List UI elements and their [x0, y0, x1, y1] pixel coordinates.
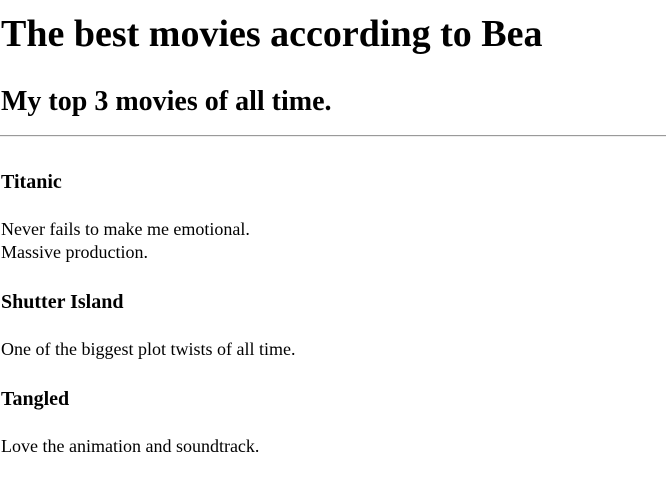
movie-description-titanic: Never fails to make me emotional. Massiv… [1, 218, 250, 264]
page-subtitle: My top 3 movies of all time. [1, 86, 332, 117]
movie-title-shutter-island: Shutter Island [1, 291, 124, 313]
movie-description-shutter-island: One of the biggest plot twists of all ti… [1, 338, 295, 361]
page-title: The best movies according to Bea [1, 13, 543, 55]
section-divider [0, 135, 666, 137]
movie-description-line: Never fails to make me emotional. [1, 219, 250, 239]
movie-description-line: Massive production. [1, 242, 148, 262]
movie-title-titanic: Titanic [1, 171, 62, 193]
movie-description-line: One of the biggest plot twists of all ti… [1, 339, 296, 359]
movie-title-tangled: Tangled [1, 388, 70, 410]
movie-description-tangled: Love the animation and soundtrack. [1, 435, 259, 458]
movie-description-line: Love the animation and soundtrack. [1, 436, 260, 456]
